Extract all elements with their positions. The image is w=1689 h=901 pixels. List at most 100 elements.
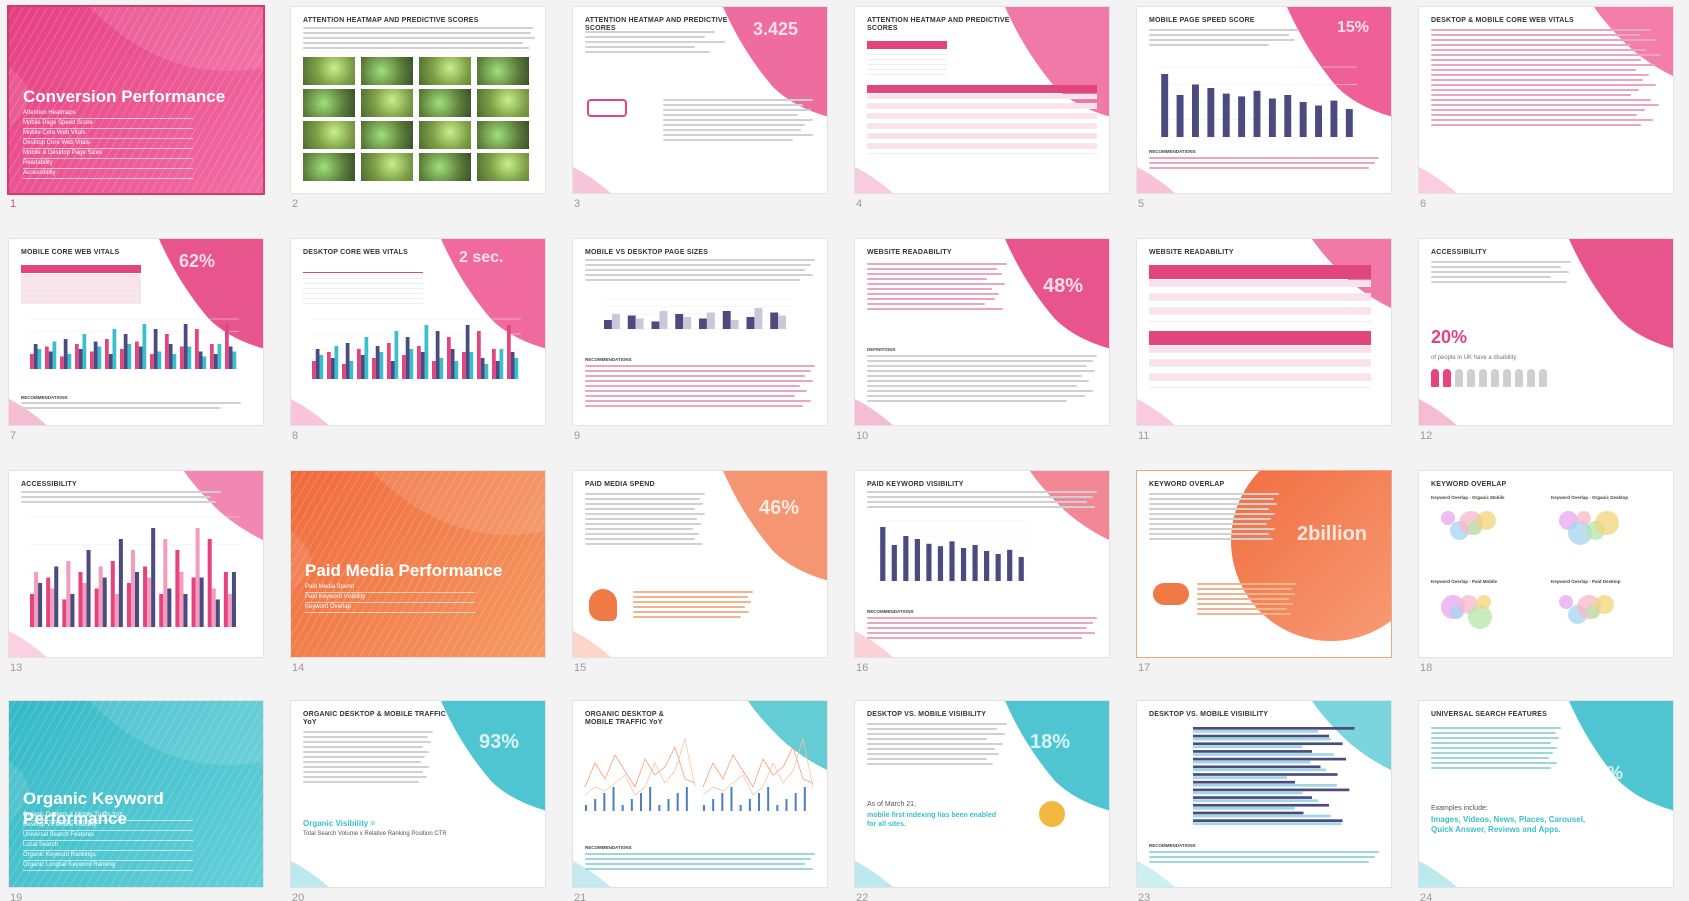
slide-canvas[interactable]: ATTENTION HEATMAP AND PREDICTIVE SCORES	[854, 6, 1110, 194]
slide-number: 4	[856, 198, 863, 210]
slide-canvas[interactable]: MOBILE PAGE SPEED SCORE 15% RECOMMENDATION…	[1136, 6, 1392, 194]
slide-thumbnail-11[interactable]: WEBSITE READABILITY 11	[1136, 238, 1392, 442]
slide-canvas[interactable]: DESKTOP VS. MOBILE VISIBILITY RECOMMENDAT…	[1136, 700, 1392, 888]
slide-canvas[interactable]: KEYWORD OVERLAP 2billion	[1136, 470, 1392, 658]
slide-thumbnail-3[interactable]: ATTENTION HEATMAP AND PREDICTIVE SCORES 3…	[572, 6, 828, 210]
slide-canvas[interactable]: ORGANIC DESKTOP & MOBILE TRAFFIC YoY 93% O…	[290, 700, 546, 888]
slide-canvas[interactable]: MOBILE VS DESKTOP PAGE SIZES RECOMMENDATI…	[572, 238, 828, 426]
section-title: Paid Media Performance	[305, 561, 503, 580]
slide-canvas[interactable]: PAID KEYWORD VISIBILITY RECOMMENDATIONS	[854, 470, 1110, 658]
heatmap-thumbnail	[361, 153, 413, 181]
chart-bar	[379, 352, 384, 379]
slide-thumbnail-17[interactable]: KEYWORD OVERLAP 2billion 17	[1136, 470, 1392, 674]
slide-thumbnail-2[interactable]: ATTENTION HEATMAP AND PREDICTIVE SCORES 2	[290, 6, 546, 210]
person-icon	[1491, 369, 1499, 387]
slide-thumbnail-8[interactable]: DESKTOP CORE WEB VITALS 2 sec. 8	[290, 238, 546, 442]
slide-canvas[interactable]: ATTENTION HEATMAP AND PREDICTIVE SCORES 3…	[572, 6, 828, 194]
chart-bar	[469, 352, 474, 379]
slide-canvas[interactable]: Organic Keyword Performance Organic Deskt…	[8, 700, 264, 888]
chart-bar	[675, 314, 684, 329]
slide-thumbnail-19[interactable]: Organic Keyword Performance Organic Deskt…	[8, 700, 264, 901]
contents-item: Desktop Core Web Vitals	[23, 139, 193, 149]
series-line	[702, 737, 814, 796]
slide-number: 22	[856, 892, 869, 901]
slide-number: 10	[856, 430, 869, 442]
contents-item: Organic Longtail Keyword Ranking	[23, 861, 193, 871]
slide-thumbnail-23[interactable]: DESKTOP VS. MOBILE VISIBILITY RECOMMENDAT…	[1136, 700, 1392, 901]
slide-thumbnail-7[interactable]: MOBILE CORE WEB VITALS 62% RECOMMENDATIONS…	[8, 238, 264, 442]
slide-thumbnail-15[interactable]: PAID MEDIA SPEND 46% 15	[572, 470, 828, 674]
slide-canvas[interactable]: WEBSITE READABILITY 48% DEFINITIONS	[854, 238, 1110, 426]
heatmap-thumbnail	[303, 89, 355, 117]
chart-bar	[52, 341, 57, 369]
slide-thumbnail-12[interactable]: ACCESSIBILITY 20% of people in UK have a d…	[1418, 238, 1674, 442]
slide-thumbnail-4[interactable]: ATTENTION HEATMAP AND PREDICTIVE SCORES 4	[854, 6, 1110, 210]
slide-canvas[interactable]: DESKTOP VS. MOBILE VISIBILITY 18% As of Ma…	[854, 700, 1110, 888]
chart-bar	[914, 539, 920, 581]
slide-thumbnail-6[interactable]: DESKTOP & MOBILE CORE WEB VITALS 6	[1418, 6, 1674, 210]
venn-circle	[1477, 511, 1496, 530]
contents-item: Keyword Overlap	[305, 603, 475, 613]
slide-canvas[interactable]: ATTENTION HEATMAP AND PREDICTIVE SCORES	[290, 6, 546, 194]
chart-bar	[78, 572, 83, 627]
slide-canvas[interactable]: MOBILE CORE WEB VITALS 62% RECOMMENDATIONS	[8, 238, 264, 426]
person-icon	[1455, 369, 1463, 387]
slide-thumbnail-16[interactable]: PAID KEYWORD VISIBILITY RECOMMENDATIONS 16	[854, 470, 1110, 674]
chart-bar	[232, 351, 237, 369]
lightbulb-icon	[1039, 801, 1065, 827]
heatmap-thumbnail	[477, 89, 529, 117]
chart-bar	[54, 566, 59, 627]
slide-number: 16	[856, 662, 869, 674]
key-statistic: 50%	[1587, 763, 1624, 783]
slide-canvas[interactable]: PAID MEDIA SPEND 46%	[572, 470, 828, 658]
chart-bar	[1299, 102, 1307, 137]
slide-thumbnail-9[interactable]: MOBILE VS DESKTOP PAGE SIZES RECOMMENDATI…	[572, 238, 828, 442]
slide-thumbnail-13[interactable]: ACCESSIBILITY 13	[8, 470, 264, 674]
person-icon	[1467, 369, 1475, 387]
chart-bar	[127, 344, 132, 369]
chart-bar	[210, 344, 214, 369]
slide-canvas[interactable]: WEBSITE READABILITY	[1136, 238, 1392, 426]
chart-bar	[168, 344, 173, 369]
slide-thumbnail-24[interactable]: UNIVERSAL SEARCH FEATURES 50% Examples inc…	[1418, 700, 1674, 901]
chart-bar	[360, 355, 365, 379]
chart-bar	[97, 346, 102, 369]
insight-text	[1197, 583, 1297, 618]
chart-bar	[722, 311, 731, 329]
slide-thumbnail-1[interactable]: Conversion Performance Attention Heatmaps…	[7, 5, 265, 210]
slide-thumbnail-22[interactable]: DESKTOP VS. MOBILE VISIBILITY 18% As of Ma…	[854, 700, 1110, 901]
slide-title: KEYWORD OVERLAP	[1149, 481, 1225, 488]
slide-number: 24	[1420, 892, 1433, 901]
chart-bar	[739, 805, 742, 811]
slide-canvas[interactable]: ORGANIC DESKTOP & MOBILE TRAFFIC YoY RECO…	[572, 700, 828, 888]
slide-canvas[interactable]: DESKTOP CORE WEB VITALS 2 sec.	[290, 238, 546, 426]
contents-item: Attention Heatmaps	[23, 109, 193, 119]
section-heading: Keyword Overlap - Organic Mobile	[1431, 495, 1505, 500]
slide-thumbnail-14[interactable]: Paid Media Performance Paid Media Spend Pa…	[290, 470, 546, 674]
slide-thumbnail-10[interactable]: WEBSITE READABILITY 48% DEFINITIONS 10	[854, 238, 1110, 442]
slide-thumbnail-18[interactable]: KEYWORD OVERLAP Keyword Overlap - Organic…	[1418, 470, 1674, 674]
chart-bar	[387, 343, 391, 379]
chart-bar	[227, 594, 232, 627]
chart-bar	[66, 561, 71, 627]
contents-item: Mobile & Desktop Page Sizes	[23, 149, 193, 159]
slide-canvas[interactable]: KEYWORD OVERLAP Keyword Overlap - Organic…	[1418, 470, 1674, 658]
slide-canvas[interactable]: DESKTOP & MOBILE CORE WEB VITALS	[1418, 6, 1674, 194]
chart-bar	[118, 539, 123, 627]
slide-thumbnail-21[interactable]: ORGANIC DESKTOP & MOBILE TRAFFIC YoY RECO…	[572, 700, 828, 901]
slide-thumbnail-20[interactable]: ORGANIC DESKTOP & MOBILE TRAFFIC YoY 93% O…	[290, 700, 546, 901]
chart-bar	[142, 324, 147, 369]
chart-bar	[30, 354, 34, 369]
slide-title: DESKTOP & MOBILE CORE WEB VITALS	[1431, 17, 1574, 24]
slide-canvas[interactable]: Conversion Performance Attention Heatmaps…	[7, 5, 265, 195]
slide-thumbnail-5[interactable]: MOBILE PAGE SPEED SCORE 15% RECOMMENDATION…	[1136, 6, 1392, 210]
slide-canvas[interactable]: ACCESSIBILITY	[8, 470, 264, 658]
chart-bar	[30, 594, 35, 627]
slide-canvas[interactable]: Paid Media Performance Paid Media Spend Pa…	[290, 470, 546, 658]
recommendations-text	[867, 617, 1097, 642]
slide-canvas[interactable]: UNIVERSAL SEARCH FEATURES 50% Examples inc…	[1418, 700, 1674, 888]
chart-bar	[1193, 760, 1311, 764]
slide-canvas[interactable]: ACCESSIBILITY 20% of people in UK have a d…	[1418, 238, 1674, 426]
section-title: Conversion Performance	[23, 87, 226, 106]
chart-bar	[627, 315, 636, 329]
